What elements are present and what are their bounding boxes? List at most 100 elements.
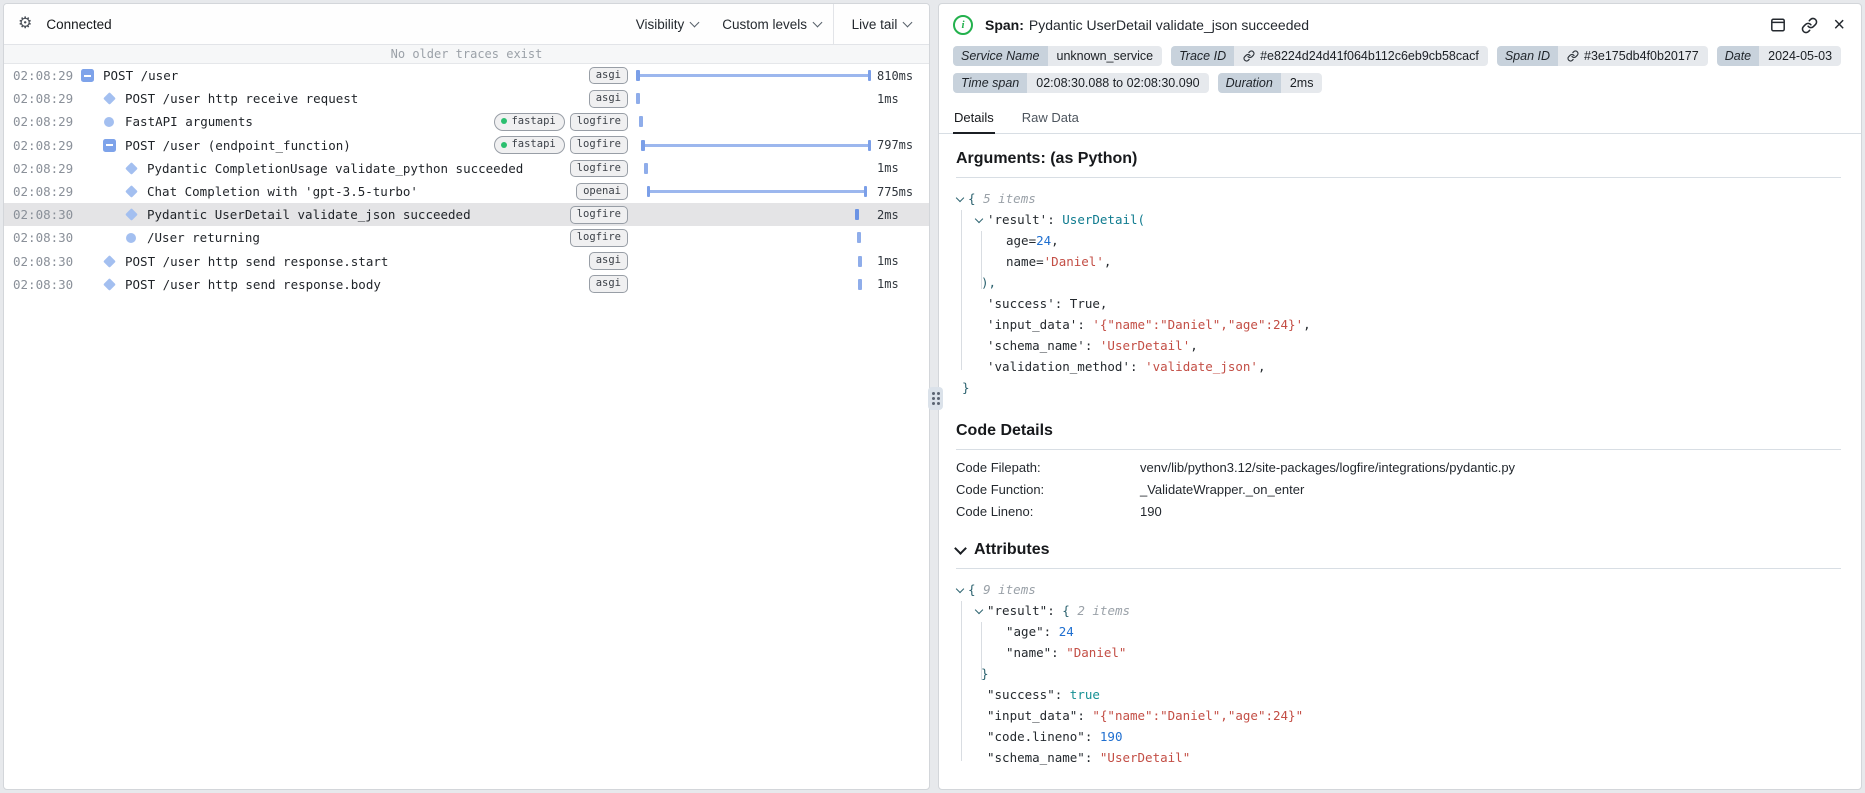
chevron-down-icon (902, 17, 913, 28)
trace-row[interactable]: 02:08:29 POST /user (endpoint_function) fa… (4, 134, 929, 157)
trace-row-badges: fastapi logfire (494, 113, 628, 131)
meta-chip-value[interactable]: #3e175db4f0b20177 (1558, 46, 1708, 66)
duration-bar (636, 110, 871, 133)
chevron-down-icon (954, 541, 967, 555)
duration-label: 1ms (877, 161, 899, 176)
code-detail-label: Code Function: (956, 482, 1045, 497)
trace-timestamp: 02:08:30 (13, 276, 74, 292)
trace-row-label: POST /user http send response.start (125, 253, 389, 269)
tree-expand-chevron-icon[interactable] (974, 214, 984, 224)
duration-label: 775ms (877, 184, 914, 199)
trace-row-label: POST /user http send response.body (125, 276, 381, 292)
duration-label: 810ms (877, 68, 914, 83)
badge-openai: openai (576, 182, 628, 201)
live-tail-dropdown[interactable]: Live tail (848, 17, 916, 32)
trace-timestamp: 02:08:29 (13, 68, 74, 84)
tree-expand-chevron-icon[interactable] (955, 584, 965, 594)
badge-logfire: logfire (569, 229, 628, 247)
trace-row[interactable]: 02:08:29 Pydantic CompletionUsage validat… (4, 157, 929, 180)
trace-row-label: Chat Completion with 'gpt-3.5-turbo' (147, 184, 418, 200)
meta-chip-label: Trace ID (1171, 46, 1235, 66)
visibility-dropdown[interactable]: Visibility (624, 4, 711, 44)
duration-bar (636, 64, 871, 87)
trace-row-badges: logfire (569, 229, 628, 247)
tree-line: name='Daniel', (1006, 254, 1112, 269)
trace-row-label: POST /user (103, 68, 179, 84)
trace-row-label: Pydantic CompletionUsage validate_python… (147, 160, 524, 176)
trace-timestamp: 02:08:29 (13, 160, 74, 176)
tab-details[interactable]: Details (953, 105, 995, 134)
badge-asgi: asgi (588, 275, 628, 294)
link-icon (1243, 50, 1255, 62)
trace-timestamp: 02:08:29 (13, 91, 74, 107)
duration-label: 2ms (877, 207, 899, 222)
trace-timestamp: 02:08:29 (13, 137, 74, 153)
trace-row-label: /User returning (147, 230, 260, 246)
settings-gear-icon[interactable]: ⚙ (18, 16, 32, 32)
meta-chip-value: 2024-05-03 (1759, 46, 1842, 66)
trace-row-label: POST /user (endpoint_function) (125, 137, 351, 153)
tree-expand-chevron-icon[interactable] (974, 605, 984, 615)
trace-row[interactable]: 02:08:30 Pydantic UserDetail validate_jso… (4, 203, 929, 227)
diamond-icon (102, 254, 116, 268)
visibility-dropdown-label: Visibility (635, 16, 685, 32)
trace-row[interactable]: 02:08:30 POST /user http send response.st… (4, 250, 929, 273)
meta-chip-label: Span ID (1496, 46, 1558, 66)
trace-panel: ⚙ Connected Visibility Custom levels Liv… (3, 3, 930, 790)
green-dot-icon (501, 118, 508, 125)
tree-line: "code.lineno": 190 (987, 729, 1123, 744)
diamond-icon (124, 208, 138, 222)
trace-row[interactable]: 02:08:29 FastAPI arguments fastapi logfire (4, 110, 929, 133)
badge-logfire: logfire (569, 205, 628, 224)
minus-square-icon[interactable] (80, 69, 94, 83)
tree-line: 'input_data': '{"name":"Daniel","age":24… (987, 317, 1311, 332)
meta-chip-value[interactable]: #e8224d24d41f064b112c6eb9cb58cacf (1234, 46, 1488, 66)
close-icon[interactable]: × (1833, 15, 1845, 35)
meta-chip-value: 02:08:30.088 to 02:08:30.090 (1027, 73, 1209, 93)
tree-line: 'schema_name': 'UserDetail', (987, 338, 1198, 353)
tree-line: "result": { 2 items (956, 600, 1841, 621)
badge-fastapi: fastapi (494, 136, 565, 154)
code-detail-label: Code Lineno: (956, 504, 1034, 519)
tree-line: "age": 24 (1006, 624, 1074, 639)
trace-row[interactable]: 02:08:29 Chat Completion with 'gpt-3.5-tu… (4, 180, 929, 203)
trace-row-list: 02:08:29 POST /user asgi 810ms 02:08:29 POST … (4, 64, 929, 296)
diamond-icon (102, 92, 116, 106)
meta-chip-time-span: Time span 02:08:30.088 to 02:08:30.090 (953, 73, 1209, 93)
code-details-heading: Code Details (956, 422, 1053, 439)
attributes-section-toggle[interactable]: Attributes (954, 541, 1841, 559)
custom-levels-dropdown[interactable]: Custom levels (710, 4, 833, 44)
copy-link-icon[interactable] (1801, 17, 1818, 34)
panel-layout-icon[interactable] (1770, 17, 1786, 33)
detail-tabs: Details Raw Data (939, 105, 1861, 134)
duration-bar (636, 273, 871, 296)
circle-icon (102, 116, 116, 127)
chevron-down-icon (689, 17, 700, 28)
live-tail-dropdown-label: Live tail (851, 16, 898, 32)
trace-row[interactable]: 02:08:29 POST /user asgi 810ms (4, 64, 929, 87)
code-detail-value: venv/lib/python3.12/site-packages/logfir… (1140, 460, 1516, 475)
chevron-down-icon (812, 17, 823, 28)
trace-row[interactable]: 02:08:30/User returning logfire (4, 226, 929, 249)
badge-logfire: logfire (569, 159, 628, 178)
diamond-icon (124, 185, 138, 198)
trace-row[interactable]: 02:08:30 POST /user http send response.bo… (4, 273, 929, 296)
panel-resize-handle[interactable] (928, 387, 943, 410)
tab-raw-data[interactable]: Raw Data (1021, 105, 1080, 133)
meta-chip-label: Time span (953, 73, 1028, 93)
trace-row[interactable]: 02:08:29 POST /user http receive request a… (4, 87, 929, 110)
meta-chip-date: Date 2024-05-03 (1716, 46, 1842, 66)
duration-bar (636, 226, 871, 249)
code-detail-value: _ValidateWrapper._on_enter (1140, 482, 1305, 497)
tree-line: age=24, (1006, 233, 1059, 248)
minus-square-icon[interactable] (102, 138, 116, 152)
tree-line: "name": "Daniel" (1006, 645, 1127, 660)
trace-toolbar: ⚙ Connected Visibility Custom levels Liv… (4, 4, 929, 45)
trace-row-badges: logfire (569, 205, 628, 224)
tree-expand-chevron-icon[interactable] (955, 193, 965, 203)
badge-asgi: asgi (588, 252, 628, 270)
meta-chip-label: Date (1716, 46, 1760, 66)
tree-line: } (981, 666, 989, 681)
tree-line: { 9 items (955, 579, 1841, 600)
custom-levels-dropdown-label: Custom levels (722, 16, 807, 32)
